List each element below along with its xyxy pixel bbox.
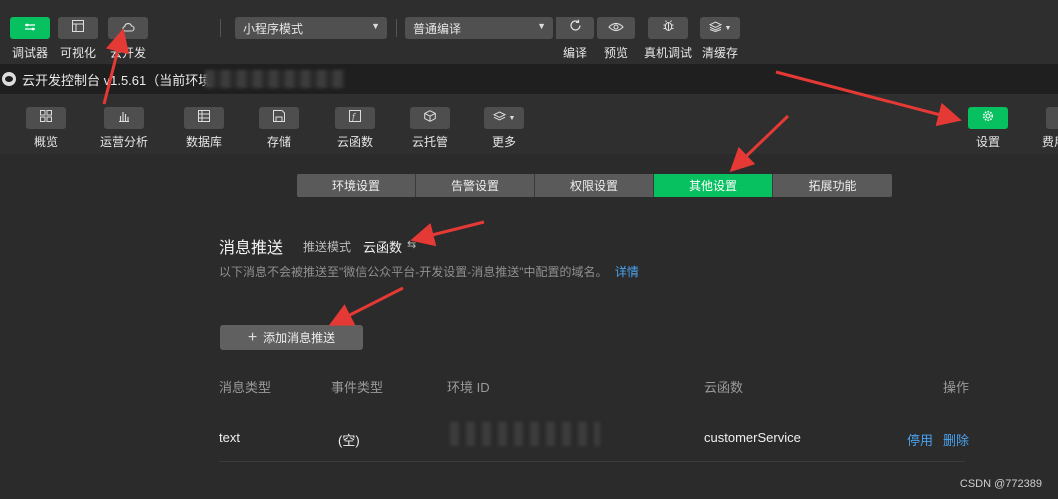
nav-more-label: 更多: [491, 135, 516, 149]
swap-icon[interactable]: ⇆: [407, 238, 416, 251]
real-debug-label: 真机调试: [643, 46, 692, 60]
bug-icon: [662, 19, 675, 37]
settings-main: 环境设置 告警设置 权限设置 其他设置 拓展功能 消息推送 推送模式 云函数 ⇆…: [0, 154, 1058, 499]
preview-button[interactable]: [597, 17, 635, 39]
debugger-button[interactable]: [10, 17, 50, 39]
row-divider: [219, 461, 965, 462]
nav-overview-button[interactable]: [26, 107, 66, 129]
svg-text:f: f: [351, 113, 357, 122]
console-title: 云开发控制台 v1.5.61（当前环境: [22, 72, 212, 88]
grid-icon: [40, 109, 52, 127]
nav-settings-button[interactable]: [968, 107, 1008, 129]
refresh-icon: [569, 19, 582, 37]
col-header-action: 操作: [943, 380, 970, 395]
plus-icon: +: [247, 328, 258, 346]
preview-label: 预览: [603, 46, 628, 60]
tab-env-settings[interactable]: 环境设置: [297, 174, 416, 197]
debugger-label: 调试器: [11, 46, 48, 60]
col-header-function: 云函数: [704, 380, 744, 395]
push-description-text: 以下消息不会被推送至"微信公众平台-开发设置-消息推送"中配置的域名。: [219, 265, 608, 279]
redacted-env-name: [205, 70, 345, 88]
push-description: 以下消息不会被推送至"微信公众平台-开发设置-消息推送"中配置的域名。 详情: [219, 263, 639, 280]
layout-icon: [72, 19, 84, 37]
section-title: 消息推送: [219, 240, 284, 257]
delete-button[interactable]: 删除: [943, 430, 969, 449]
col-header-event-type: 事件类型: [331, 380, 384, 395]
layers-icon: [492, 109, 506, 127]
push-mode-value: 云函数: [363, 240, 403, 255]
chevron-down-icon: ▼: [724, 24, 732, 32]
cloud-dev-label: 云开发: [109, 46, 146, 60]
compile-label: 编译: [562, 46, 587, 60]
nav-functions-label: 云函数: [336, 135, 373, 149]
visualize-button[interactable]: [58, 17, 98, 39]
cloud-dev-button[interactable]: [108, 17, 148, 39]
tab-other-settings[interactable]: 其他设置: [654, 174, 773, 197]
add-push-button[interactable]: + 添加消息推送: [220, 325, 363, 350]
divider: [220, 19, 221, 37]
watermark: CSDN @772389: [959, 478, 1042, 490]
nav-storage-label: 存储: [266, 135, 291, 149]
function-icon: f: [349, 109, 361, 127]
col-header-msg-type: 消息类型: [219, 380, 272, 395]
compile-select[interactable]: 普通编译 ▼: [405, 17, 553, 39]
gear-icon: [982, 109, 994, 127]
eye-icon: [608, 19, 624, 37]
cell-event-type: (空): [338, 433, 360, 448]
bar-chart-icon: [118, 109, 130, 127]
redacted-env-id: [450, 422, 600, 446]
chevron-down-icon: ▼: [537, 21, 546, 31]
nav-hosting-button[interactable]: [410, 107, 450, 129]
save-icon: [273, 109, 285, 127]
cell-function: customerService: [704, 430, 801, 445]
wechat-devtools-window: 调试器 可视化 云开发 小程序模式 ▼ 普通编译 ▼ 编译 预览 真机调试 ▼ …: [0, 0, 1058, 499]
cell-msg-type: text: [219, 430, 240, 445]
compile-button[interactable]: [556, 17, 594, 39]
chevron-down-icon: ▼: [508, 114, 516, 122]
nav-settings-label: 设置: [975, 135, 1000, 149]
nav-overview-label: 概览: [33, 135, 58, 149]
database-icon: [198, 109, 210, 127]
compile-select-value: 普通编译: [413, 21, 462, 36]
nav-storage-button[interactable]: [259, 107, 299, 129]
nav-hosting-label: 云托管: [411, 135, 448, 149]
col-header-env-id: 环境 ID: [447, 380, 490, 395]
nav-analytics-button[interactable]: [104, 107, 144, 129]
nav-database-label: 数据库: [185, 135, 222, 149]
nav-billing-label: 费用: [1042, 135, 1058, 149]
detail-link[interactable]: 详情: [615, 265, 639, 279]
tab-extensions[interactable]: 拓展功能: [773, 174, 892, 197]
clear-cache-label: 清缓存: [701, 46, 738, 60]
nav-more-button[interactable]: ▼: [484, 107, 524, 129]
chevron-down-icon: ▼: [371, 21, 380, 31]
wechat-icon: [2, 72, 16, 86]
disable-button[interactable]: 停用: [907, 430, 933, 449]
layers-icon: [708, 19, 722, 37]
top-toolbar: 调试器 可视化 云开发 小程序模式 ▼ 普通编译 ▼ 编译 预览 真机调试 ▼ …: [0, 0, 1058, 64]
visualize-label: 可视化: [59, 46, 96, 60]
real-debug-button[interactable]: [648, 17, 688, 39]
mode-select[interactable]: 小程序模式 ▼: [235, 17, 387, 39]
nav-analytics-label: 运营分析: [99, 135, 148, 149]
divider: [396, 19, 397, 37]
console-nav: 概览 运营分析 数据库 存储 f 云函数 云托管 ▼ 更多 设置 费: [0, 94, 1058, 154]
settings-tabs: 环境设置 告警设置 权限设置 其他设置 拓展功能: [297, 174, 892, 197]
cloud-icon: [121, 19, 135, 37]
nav-billing-button[interactable]: [1046, 107, 1058, 129]
mode-select-value: 小程序模式: [243, 21, 304, 36]
code-icon: [23, 19, 37, 37]
console-titlebar: 云开发控制台 v1.5.61（当前环境: [0, 64, 1058, 94]
clear-cache-button[interactable]: ▼: [700, 17, 740, 39]
push-mode-label: 推送模式: [303, 240, 352, 254]
nav-functions-button[interactable]: f: [335, 107, 375, 129]
box-icon: [424, 109, 436, 127]
nav-database-button[interactable]: [184, 107, 224, 129]
tab-alert-settings[interactable]: 告警设置: [416, 174, 535, 197]
tab-permission-settings[interactable]: 权限设置: [535, 174, 654, 197]
add-push-label: 添加消息推送: [263, 331, 336, 345]
